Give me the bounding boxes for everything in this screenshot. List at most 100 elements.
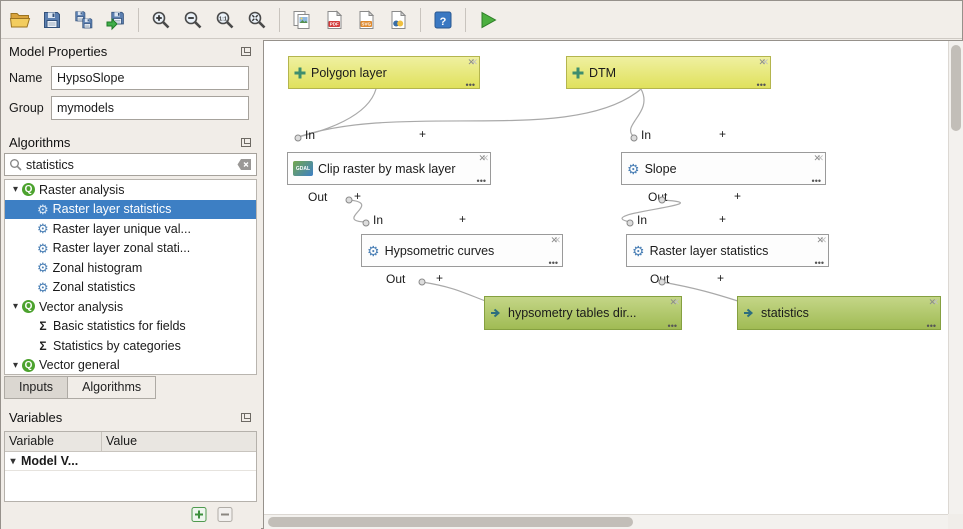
- node-dtm[interactable]: DTM✕•••: [566, 56, 771, 89]
- toolbar-separator: [465, 8, 466, 32]
- node-clip-raster-by-mask-layer[interactable]: GDALClip raster by mask layer✕•••: [287, 152, 491, 185]
- socket-dot[interactable]: [363, 220, 370, 227]
- expand-node-icon[interactable]: •••: [927, 321, 936, 331]
- expand-port-icon[interactable]: +: [419, 127, 426, 141]
- tree-item[interactable]: ⚙Raster layer unique val...: [5, 219, 256, 239]
- tree-item[interactable]: ΣStatistics by categories: [5, 336, 256, 356]
- save-model-as-button[interactable]: [69, 5, 99, 35]
- expand-node-icon[interactable]: •••: [757, 80, 766, 90]
- remove-node-icon[interactable]: ✕: [550, 235, 558, 246]
- expand-port-icon[interactable]: +: [734, 189, 741, 203]
- export-image-icon: [291, 9, 313, 31]
- export-svg-button[interactable]: SVG: [351, 5, 381, 35]
- run-model-button[interactable]: [473, 5, 503, 35]
- variables-col-variable[interactable]: Variable: [5, 432, 102, 451]
- remove-node-icon[interactable]: ✕: [758, 57, 766, 68]
- remove-node-icon[interactable]: ✕: [669, 297, 677, 308]
- expand-port-icon[interactable]: +: [459, 212, 466, 226]
- algorithms-tree: ▾QRaster analysis⚙Raster layer statistic…: [4, 179, 257, 375]
- tree-item-label: Raster layer statistics: [53, 202, 172, 216]
- tree-item-label: Vector general: [39, 358, 120, 372]
- float-panel-icon[interactable]: [241, 413, 251, 422]
- expand-node-icon[interactable]: •••: [812, 176, 821, 186]
- remove-node-icon[interactable]: ✕: [478, 153, 486, 164]
- expand-port-icon[interactable]: +: [436, 271, 443, 285]
- tab-inputs[interactable]: Inputs: [4, 376, 68, 399]
- node-slope[interactable]: ⚙Slope✕•••: [621, 152, 826, 185]
- remove-node-icon[interactable]: ✕: [816, 235, 824, 246]
- algorithm-gear-icon: ⚙: [632, 244, 645, 258]
- socket-dot[interactable]: [659, 279, 666, 286]
- expand-port-icon[interactable]: +: [354, 189, 361, 203]
- clear-search-icon[interactable]: [237, 158, 252, 171]
- export-script-button[interactable]: [383, 5, 413, 35]
- expand-port-icon[interactable]: +: [717, 271, 724, 285]
- expand-node-icon[interactable]: •••: [668, 321, 677, 331]
- vertical-scrollbar[interactable]: [948, 41, 963, 514]
- zoom-actual-button[interactable]: 1:1: [210, 5, 240, 35]
- tree-item[interactable]: ⚙Raster layer zonal stati...: [5, 239, 256, 259]
- connection-edges: [264, 41, 948, 514]
- tree-item-label: Statistics by categories: [53, 339, 181, 353]
- tree-item[interactable]: ΣBasic statistics for fields: [5, 317, 256, 337]
- tree-item[interactable]: ▾QVector general: [5, 356, 256, 376]
- socket-dot[interactable]: [419, 279, 426, 286]
- socket-dot[interactable]: [295, 135, 302, 142]
- zoom-in-button[interactable]: [146, 5, 176, 35]
- node-hypsometric-curves[interactable]: ⚙Hypsometric curves✕•••: [361, 234, 563, 267]
- variables-col-value[interactable]: Value: [102, 432, 141, 451]
- socket-dot[interactable]: [627, 220, 634, 227]
- open-model-button[interactable]: [5, 5, 35, 35]
- expander-icon[interactable]: ▾: [9, 184, 22, 195]
- remove-node-icon[interactable]: ✕: [467, 57, 475, 68]
- tree-item[interactable]: ▾QVector analysis: [5, 297, 256, 317]
- add-variable-button[interactable]: [189, 506, 209, 523]
- float-panel-icon[interactable]: [241, 47, 251, 56]
- export-image-button[interactable]: [287, 5, 317, 35]
- model-group-input[interactable]: [51, 96, 249, 120]
- scrollbar-corner: [948, 514, 963, 529]
- expander-icon[interactable]: ▾: [9, 360, 22, 371]
- horizontal-scrollbar[interactable]: [264, 514, 948, 529]
- expand-port-icon[interactable]: +: [719, 212, 726, 226]
- variables-group-label: Model V...: [21, 454, 78, 468]
- tree-item[interactable]: ▾QRaster analysis: [5, 180, 256, 200]
- node-hypsometry-tables-output[interactable]: hypsometry tables dir...✕•••: [484, 296, 682, 330]
- edit-model-help-button[interactable]: ?: [428, 5, 458, 35]
- remove-variable-button[interactable]: [215, 506, 235, 523]
- node-polygon-layer[interactable]: Polygon layer✕•••: [288, 56, 480, 89]
- port-label: Out: [308, 190, 327, 204]
- node-raster-layer-statistics[interactable]: ⚙Raster layer statistics✕•••: [626, 234, 829, 267]
- vertical-scrollbar-thumb[interactable]: [951, 45, 961, 131]
- tree-item[interactable]: ⚙Zonal statistics: [5, 278, 256, 298]
- model-canvas[interactable]: Polygon layer✕•••DTM✕•••GDALClip raster …: [263, 40, 963, 529]
- zoom-out-button[interactable]: [178, 5, 208, 35]
- tree-item-label: Basic statistics for fields: [53, 319, 186, 333]
- horizontal-scrollbar-thumb[interactable]: [268, 517, 633, 527]
- expand-port-icon[interactable]: +: [719, 127, 726, 141]
- save-model-in-project-button[interactable]: [101, 5, 131, 35]
- node-statistics-output[interactable]: statistics✕•••: [737, 296, 941, 330]
- expand-node-icon[interactable]: •••: [466, 80, 475, 90]
- expand-node-icon[interactable]: •••: [477, 176, 486, 186]
- tree-item[interactable]: ⚙Raster layer statistics: [5, 200, 256, 220]
- remove-node-icon[interactable]: ✕: [928, 297, 936, 308]
- expander-icon[interactable]: ▾: [5, 456, 21, 467]
- zoom-full-button[interactable]: [242, 5, 272, 35]
- float-panel-icon[interactable]: [241, 138, 251, 147]
- export-pdf-button[interactable]: PDF: [319, 5, 349, 35]
- tree-item[interactable]: ⚙Zonal histogram: [5, 258, 256, 278]
- expand-node-icon[interactable]: •••: [549, 258, 558, 268]
- socket-dot[interactable]: [659, 197, 666, 204]
- save-model-button[interactable]: [37, 5, 67, 35]
- remove-node-icon[interactable]: ✕: [813, 153, 821, 164]
- gear-icon: ⚙: [37, 242, 49, 255]
- algorithm-search-input[interactable]: [26, 158, 233, 172]
- tab-algorithms[interactable]: Algorithms: [67, 376, 156, 399]
- socket-dot[interactable]: [631, 135, 638, 142]
- socket-dot[interactable]: [346, 197, 353, 204]
- variables-group-row[interactable]: ▾ Model V...: [5, 452, 256, 471]
- model-name-input[interactable]: [51, 66, 249, 90]
- expander-icon[interactable]: ▾: [9, 301, 22, 312]
- expand-node-icon[interactable]: •••: [815, 258, 824, 268]
